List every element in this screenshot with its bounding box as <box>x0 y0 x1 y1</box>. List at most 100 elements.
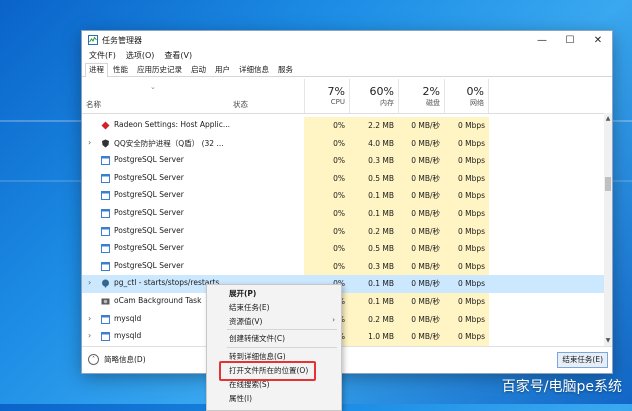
window-app-icon <box>101 209 110 218</box>
memory-cell: 0.1 MB <box>349 205 398 223</box>
process-name: PostgreSQL Server <box>114 225 184 235</box>
column-disk[interactable]: 2% 磁盘 <box>398 79 444 113</box>
task-manager-window: 任务管理器 — ☐ ✕ 文件(F) 选项(O) 查看(V) 进程 性能 应用历史… <box>82 31 612 373</box>
window-app-icon <box>101 332 110 342</box>
tab-processes[interactable]: 进程 <box>85 63 108 77</box>
window-app-icon <box>101 244 110 254</box>
context-menu: 展开(P) 结束任务(E) 资源值(V) › 创建转储文件(C) 转到详细信息(G) 打开文… <box>206 284 342 411</box>
memory-cell: 0.1 MB <box>349 293 398 311</box>
disk-cell: 0 MB/秒 <box>398 152 444 170</box>
tab-performance[interactable]: 性能 <box>109 63 132 76</box>
process-row[interactable]: › QQ安全防护进程（Q盾） (32 ... 0% 4.0 MB 0 MB/秒 0 Mbp… <box>82 134 604 153</box>
disk-cell: 0 MB/秒 <box>398 169 444 188</box>
cpu-cell: 0% <box>304 257 349 276</box>
disk-cell: 0 MB/秒 <box>398 240 444 258</box>
process-row[interactable]: ›mysqld0%0.2 MB0 MB/秒0 Mbps <box>82 310 604 329</box>
column-cpu[interactable]: 7% CPU <box>304 79 349 113</box>
column-header: ⌄ 名称 状态 7% CPU 60% 内存 2% 磁盘 0% 网络 <box>82 79 612 114</box>
network-label: 网络 <box>470 99 484 107</box>
context-item-7[interactable]: 属性(I) <box>229 393 252 404</box>
network-cell: 0 Mbps <box>444 293 489 311</box>
process-row[interactable]: PostgreSQL Server 0% 0.3 MB 0 MB/秒 0 Mbps <box>82 257 604 276</box>
menu-options[interactable]: 选项(O) <box>121 50 160 61</box>
process-row[interactable]: PostgreSQL Server 0% 0.1 MB 0 MB/秒 0 Mbps <box>82 205 604 223</box>
process-name: PostgreSQL Server <box>114 243 184 253</box>
ocam-icon <box>101 298 110 305</box>
process-row[interactable]: PostgreSQL Server 0% 0.5 MB 0 MB/秒 0 Mbps <box>82 169 604 188</box>
sort-chevron-icon[interactable]: ⌄ <box>150 83 156 91</box>
window-app-icon <box>101 261 110 271</box>
scroll-thumb[interactable] <box>605 177 611 191</box>
window-app-icon <box>101 314 110 324</box>
column-memory[interactable]: 60% 内存 <box>349 79 398 113</box>
memory-cell: 0.1 MB <box>368 279 394 289</box>
menu-view[interactable]: 查看(V) <box>159 50 197 61</box>
expand-chevron-icon[interactable]: › <box>88 314 91 323</box>
cpu-cell: 0% <box>304 205 349 223</box>
process-row[interactable]: PostgreSQL Server 0% 0.2 MB 0 MB/秒 0 Mbps <box>82 222 604 241</box>
context-item-2[interactable]: 资源值(V) <box>229 316 262 327</box>
process-row[interactable]: PostgreSQL Server 0% 0.5 MB 0 MB/秒 0 Mbps <box>82 240 604 258</box>
column-name[interactable]: 名称 <box>86 99 101 110</box>
memory-cell: 1.0 MB <box>349 328 398 346</box>
process-row[interactable]: Radeon Settings: Host Applic... 0% 2.2 MB 0… <box>82 117 604 135</box>
window-app-icon <box>101 156 110 166</box>
context-item-0[interactable]: 展开(P) <box>229 288 256 299</box>
process-name: PostgreSQL Server <box>114 190 184 200</box>
network-cell: 0 Mbps <box>444 152 489 170</box>
fewer-details-toggle[interactable]: ˄ 简略信息(D) <box>88 354 146 365</box>
tab-services[interactable]: 服务 <box>274 63 297 76</box>
scroll-down-icon[interactable]: ▼ <box>604 337 612 344</box>
menu-bar: 文件(F) 选项(O) 查看(V) <box>82 49 612 62</box>
network-cell: 0 Mbps <box>444 328 489 346</box>
disk-cell: 0 MB/秒 <box>398 134 444 153</box>
context-item-3[interactable]: 创建转储文件(C) <box>229 333 285 344</box>
process-row[interactable]: ›mysqld0%1.0 MB0 MB/秒0 Mbps <box>82 328 604 346</box>
minimize-button[interactable]: — <box>528 31 556 49</box>
expand-chevron-icon[interactable]: › <box>88 138 91 147</box>
tab-users[interactable]: 用户 <box>211 63 234 76</box>
process-name: Radeon Settings: Host Applic... <box>114 120 230 129</box>
vertical-scrollbar[interactable]: ▲ ▼ <box>604 113 612 346</box>
maximize-button[interactable]: ☐ <box>556 31 584 49</box>
memory-cell: 0.5 MB <box>349 240 398 258</box>
column-network[interactable]: 0% 网络 <box>444 79 489 113</box>
title-bar[interactable]: 任务管理器 — ☐ ✕ <box>82 31 612 49</box>
process-row[interactable]: PostgreSQL Server 0% 0.1 MB 0 MB/秒 0 Mbps <box>82 187 604 205</box>
end-task-button[interactable]: 结束任务(E) <box>557 352 608 368</box>
radeon-icon <box>101 121 110 130</box>
tab-startup[interactable]: 启动 <box>187 63 210 76</box>
process-row[interactable]: ›pg_ctl - starts/stops/restarts0%0.1 MB0… <box>82 275 604 293</box>
process-name: PostgreSQL Server <box>114 260 184 270</box>
process-row[interactable]: PostgreSQL Server 0% 0.3 MB 0 MB/秒 0 Mbps <box>82 152 604 170</box>
context-item-1[interactable]: 结束任务(E) <box>229 302 270 313</box>
menu-file[interactable]: 文件(F) <box>84 50 121 61</box>
process-name: mysqld <box>114 331 142 341</box>
expand-chevron-icon[interactable]: › <box>88 278 91 287</box>
column-status[interactable]: 状态 <box>233 99 248 110</box>
memory-cell: 0.3 MB <box>349 257 398 276</box>
cpu-cell: 0% <box>304 240 349 258</box>
disk-percent: 2% <box>422 85 440 98</box>
disk-cell: 0 MB/秒 <box>398 222 444 241</box>
context-separator <box>227 329 337 330</box>
tab-details[interactable]: 详细信息 <box>235 63 273 76</box>
process-name: PostgreSQL Server <box>114 172 184 182</box>
process-name: oCam Background Task <box>114 296 202 305</box>
tab-app-history[interactable]: 应用历史记录 <box>133 63 186 76</box>
network-cell: 0 Mbps <box>444 187 489 205</box>
close-button[interactable]: ✕ <box>584 31 612 49</box>
network-percent: 0% <box>466 85 484 98</box>
expand-chevron-icon[interactable]: › <box>88 331 91 340</box>
task-manager-icon <box>88 35 98 45</box>
memory-cell: 4.0 MB <box>349 134 398 153</box>
memory-cell: 2.2 MB <box>349 117 398 135</box>
scroll-up-icon[interactable]: ▲ <box>604 115 612 122</box>
process-list: Radeon Settings: Host Applic... 0% 2.2 MB 0… <box>82 117 604 346</box>
process-row[interactable]: oCam Background Task0%0.1 MB0 MB/秒0 Mbps <box>82 293 604 311</box>
memory-cell: 0.5 MB <box>349 169 398 188</box>
network-cell: 0 Mbps <box>444 310 489 329</box>
cpu-cell: 0% <box>304 117 349 135</box>
disk-cell: 0 MB/秒 <box>398 310 444 329</box>
disk-cell: 0 MB/秒 <box>398 205 444 223</box>
